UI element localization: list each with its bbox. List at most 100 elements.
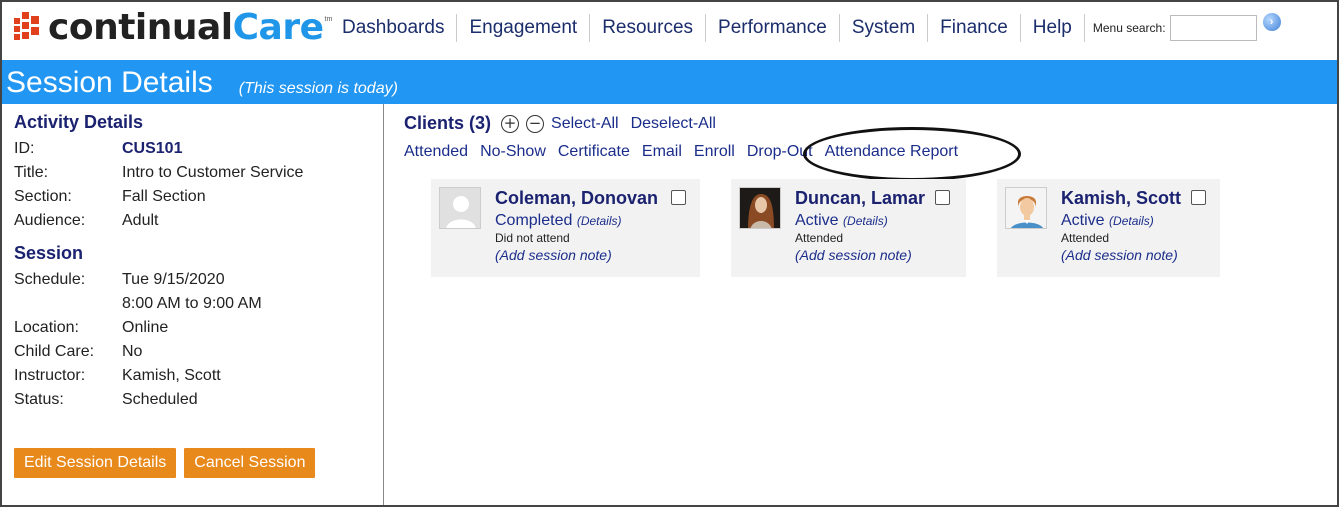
nav-system[interactable]: System bbox=[840, 14, 929, 42]
field-row: Child Care: No bbox=[14, 340, 383, 364]
session-buttons: Edit Session Details Cancel Session bbox=[14, 448, 323, 478]
menu-search-input[interactable] bbox=[1169, 15, 1257, 41]
nav-dashboards[interactable]: Dashboards bbox=[330, 14, 458, 42]
status-text: Completed bbox=[495, 212, 573, 229]
field-label: Schedule: bbox=[14, 271, 86, 288]
status-text: Active bbox=[795, 212, 839, 229]
client-checkbox[interactable] bbox=[935, 190, 950, 205]
client-card: Kamish, Scott Active (Details) Attended … bbox=[997, 179, 1220, 277]
logo-mark-icon bbox=[14, 12, 42, 46]
field-row: Audience: Adult bbox=[14, 209, 383, 233]
field-row: Schedule: Tue 9/15/2020 bbox=[14, 268, 383, 292]
client-name[interactable]: Kamish, Scott bbox=[1061, 188, 1181, 209]
audience-value: Adult bbox=[122, 212, 159, 229]
drop-out-link[interactable]: Drop-Out bbox=[747, 143, 813, 161]
field-label: Section: bbox=[14, 188, 72, 205]
session-heading: Session bbox=[14, 243, 84, 263]
field-row: Status: Scheduled bbox=[14, 388, 383, 412]
clients-panel: Clients (3) + − Select-All Deselect-All … bbox=[386, 104, 1337, 505]
field-label: Location: bbox=[14, 319, 79, 336]
field-row: Instructor: Kamish, Scott bbox=[14, 364, 383, 388]
client-info: Duncan, Lamar Active (Details) Attended … bbox=[795, 188, 925, 263]
field-label: Instructor: bbox=[14, 367, 86, 384]
field-label: Audience: bbox=[14, 212, 86, 229]
status-text: Active bbox=[1061, 212, 1105, 229]
menu-search: Menu search: › bbox=[1092, 13, 1281, 41]
client-checkbox[interactable] bbox=[1191, 190, 1206, 205]
avatar bbox=[1005, 187, 1047, 229]
expand-plus-icon[interactable]: + bbox=[501, 114, 520, 133]
child-care-value: No bbox=[122, 343, 143, 360]
location-value: Online bbox=[122, 319, 169, 336]
email-link[interactable]: Email bbox=[642, 143, 682, 161]
nav-finance[interactable]: Finance bbox=[928, 14, 1021, 42]
go-arrow-icon[interactable]: › bbox=[1262, 13, 1281, 31]
client-card: Coleman, Donovan Completed (Details) Did… bbox=[431, 179, 700, 277]
select-all-link[interactable]: Select-All bbox=[551, 115, 619, 133]
nav-engagement[interactable]: Engagement bbox=[457, 14, 591, 42]
attendance-report-link[interactable]: Attendance Report bbox=[825, 143, 958, 161]
field-row: Location: Online bbox=[14, 316, 383, 340]
schedule-date-value: Tue 9/15/2020 bbox=[122, 271, 225, 288]
client-info: Kamish, Scott Active (Details) Attended … bbox=[1061, 188, 1181, 263]
client-name[interactable]: Duncan, Lamar bbox=[795, 188, 925, 209]
session-info-panel: Activity Details ID: CUS101 Title: Intro t… bbox=[2, 104, 384, 505]
schedule-time-value: 8:00 AM to 9:00 AM bbox=[122, 295, 262, 312]
add-session-note-link[interactable]: (Add session note) bbox=[795, 247, 925, 263]
attendance-text: Attended bbox=[795, 231, 844, 245]
field-label: ID: bbox=[14, 140, 35, 157]
logo-wordmark: continualCare bbox=[48, 7, 324, 48]
page-title-bar: Session Details (This session is today) bbox=[2, 60, 1337, 104]
edit-session-details-button[interactable]: Edit Session Details bbox=[14, 448, 177, 478]
collapse-minus-icon[interactable]: − bbox=[526, 114, 545, 133]
section-value: Fall Section bbox=[122, 188, 206, 205]
status-value: Scheduled bbox=[122, 391, 198, 408]
certificate-link[interactable]: Certificate bbox=[558, 143, 630, 161]
attendance-text: Did not attend bbox=[495, 231, 570, 245]
field-label: Title: bbox=[14, 164, 49, 181]
top-bar: continualCare tm Dashboards Engagement R… bbox=[2, 2, 1337, 58]
add-session-note-link[interactable]: (Add session note) bbox=[1061, 247, 1181, 263]
clients-title: Clients (3) bbox=[404, 113, 492, 133]
add-session-note-link[interactable]: (Add session note) bbox=[495, 247, 658, 263]
client-info: Coleman, Donovan Completed (Details) Did… bbox=[495, 188, 658, 263]
attended-link[interactable]: Attended bbox=[404, 143, 468, 161]
page-subtitle: (This session is today) bbox=[238, 80, 398, 97]
main-nav: Dashboards Engagement Resources Performa… bbox=[330, 13, 1281, 42]
field-row: Title: Intro to Customer Service bbox=[14, 161, 383, 185]
activity-id-value: CUS101 bbox=[122, 140, 183, 157]
field-label: Child Care: bbox=[14, 343, 95, 360]
deselect-all-link[interactable]: Deselect-All bbox=[631, 115, 716, 133]
nav-help[interactable]: Help bbox=[1021, 14, 1085, 42]
menu-search-label: Menu search: bbox=[1092, 21, 1166, 35]
field-label: Status: bbox=[14, 391, 64, 408]
details-link[interactable]: (Details) bbox=[577, 214, 622, 228]
client-card: Duncan, Lamar Active (Details) Attended … bbox=[731, 179, 966, 277]
enroll-link[interactable]: Enroll bbox=[694, 143, 735, 161]
avatar bbox=[739, 187, 781, 229]
activity-title-value: Intro to Customer Service bbox=[122, 164, 304, 181]
nav-performance[interactable]: Performance bbox=[706, 14, 840, 42]
client-status: Active (Details) bbox=[795, 212, 925, 230]
client-status: Completed (Details) bbox=[495, 212, 658, 230]
field-row: 8:00 AM to 9:00 AM bbox=[14, 292, 383, 316]
logo[interactable]: continualCare tm bbox=[14, 6, 332, 50]
client-status: Active (Details) bbox=[1061, 212, 1181, 230]
cancel-session-button[interactable]: Cancel Session bbox=[184, 448, 316, 478]
no-show-link[interactable]: No-Show bbox=[480, 143, 546, 161]
clients-header: Clients (3) + − Select-All Deselect-All bbox=[404, 113, 728, 134]
attendance-text: Attended bbox=[1061, 231, 1110, 245]
client-name[interactable]: Coleman, Donovan bbox=[495, 188, 658, 209]
details-link[interactable]: (Details) bbox=[843, 214, 888, 228]
details-link[interactable]: (Details) bbox=[1109, 214, 1154, 228]
app-frame: continualCare tm Dashboards Engagement R… bbox=[0, 0, 1339, 507]
avatar-placeholder-icon bbox=[439, 187, 481, 229]
page-title: Session Details bbox=[6, 66, 213, 99]
instructor-value: Kamish, Scott bbox=[122, 367, 221, 384]
field-row: Section: Fall Section bbox=[14, 185, 383, 209]
field-label bbox=[14, 292, 122, 316]
client-checkbox[interactable] bbox=[671, 190, 686, 205]
nav-resources[interactable]: Resources bbox=[590, 14, 707, 42]
field-row: ID: CUS101 bbox=[14, 137, 383, 161]
activity-details-heading: Activity Details bbox=[14, 112, 144, 132]
